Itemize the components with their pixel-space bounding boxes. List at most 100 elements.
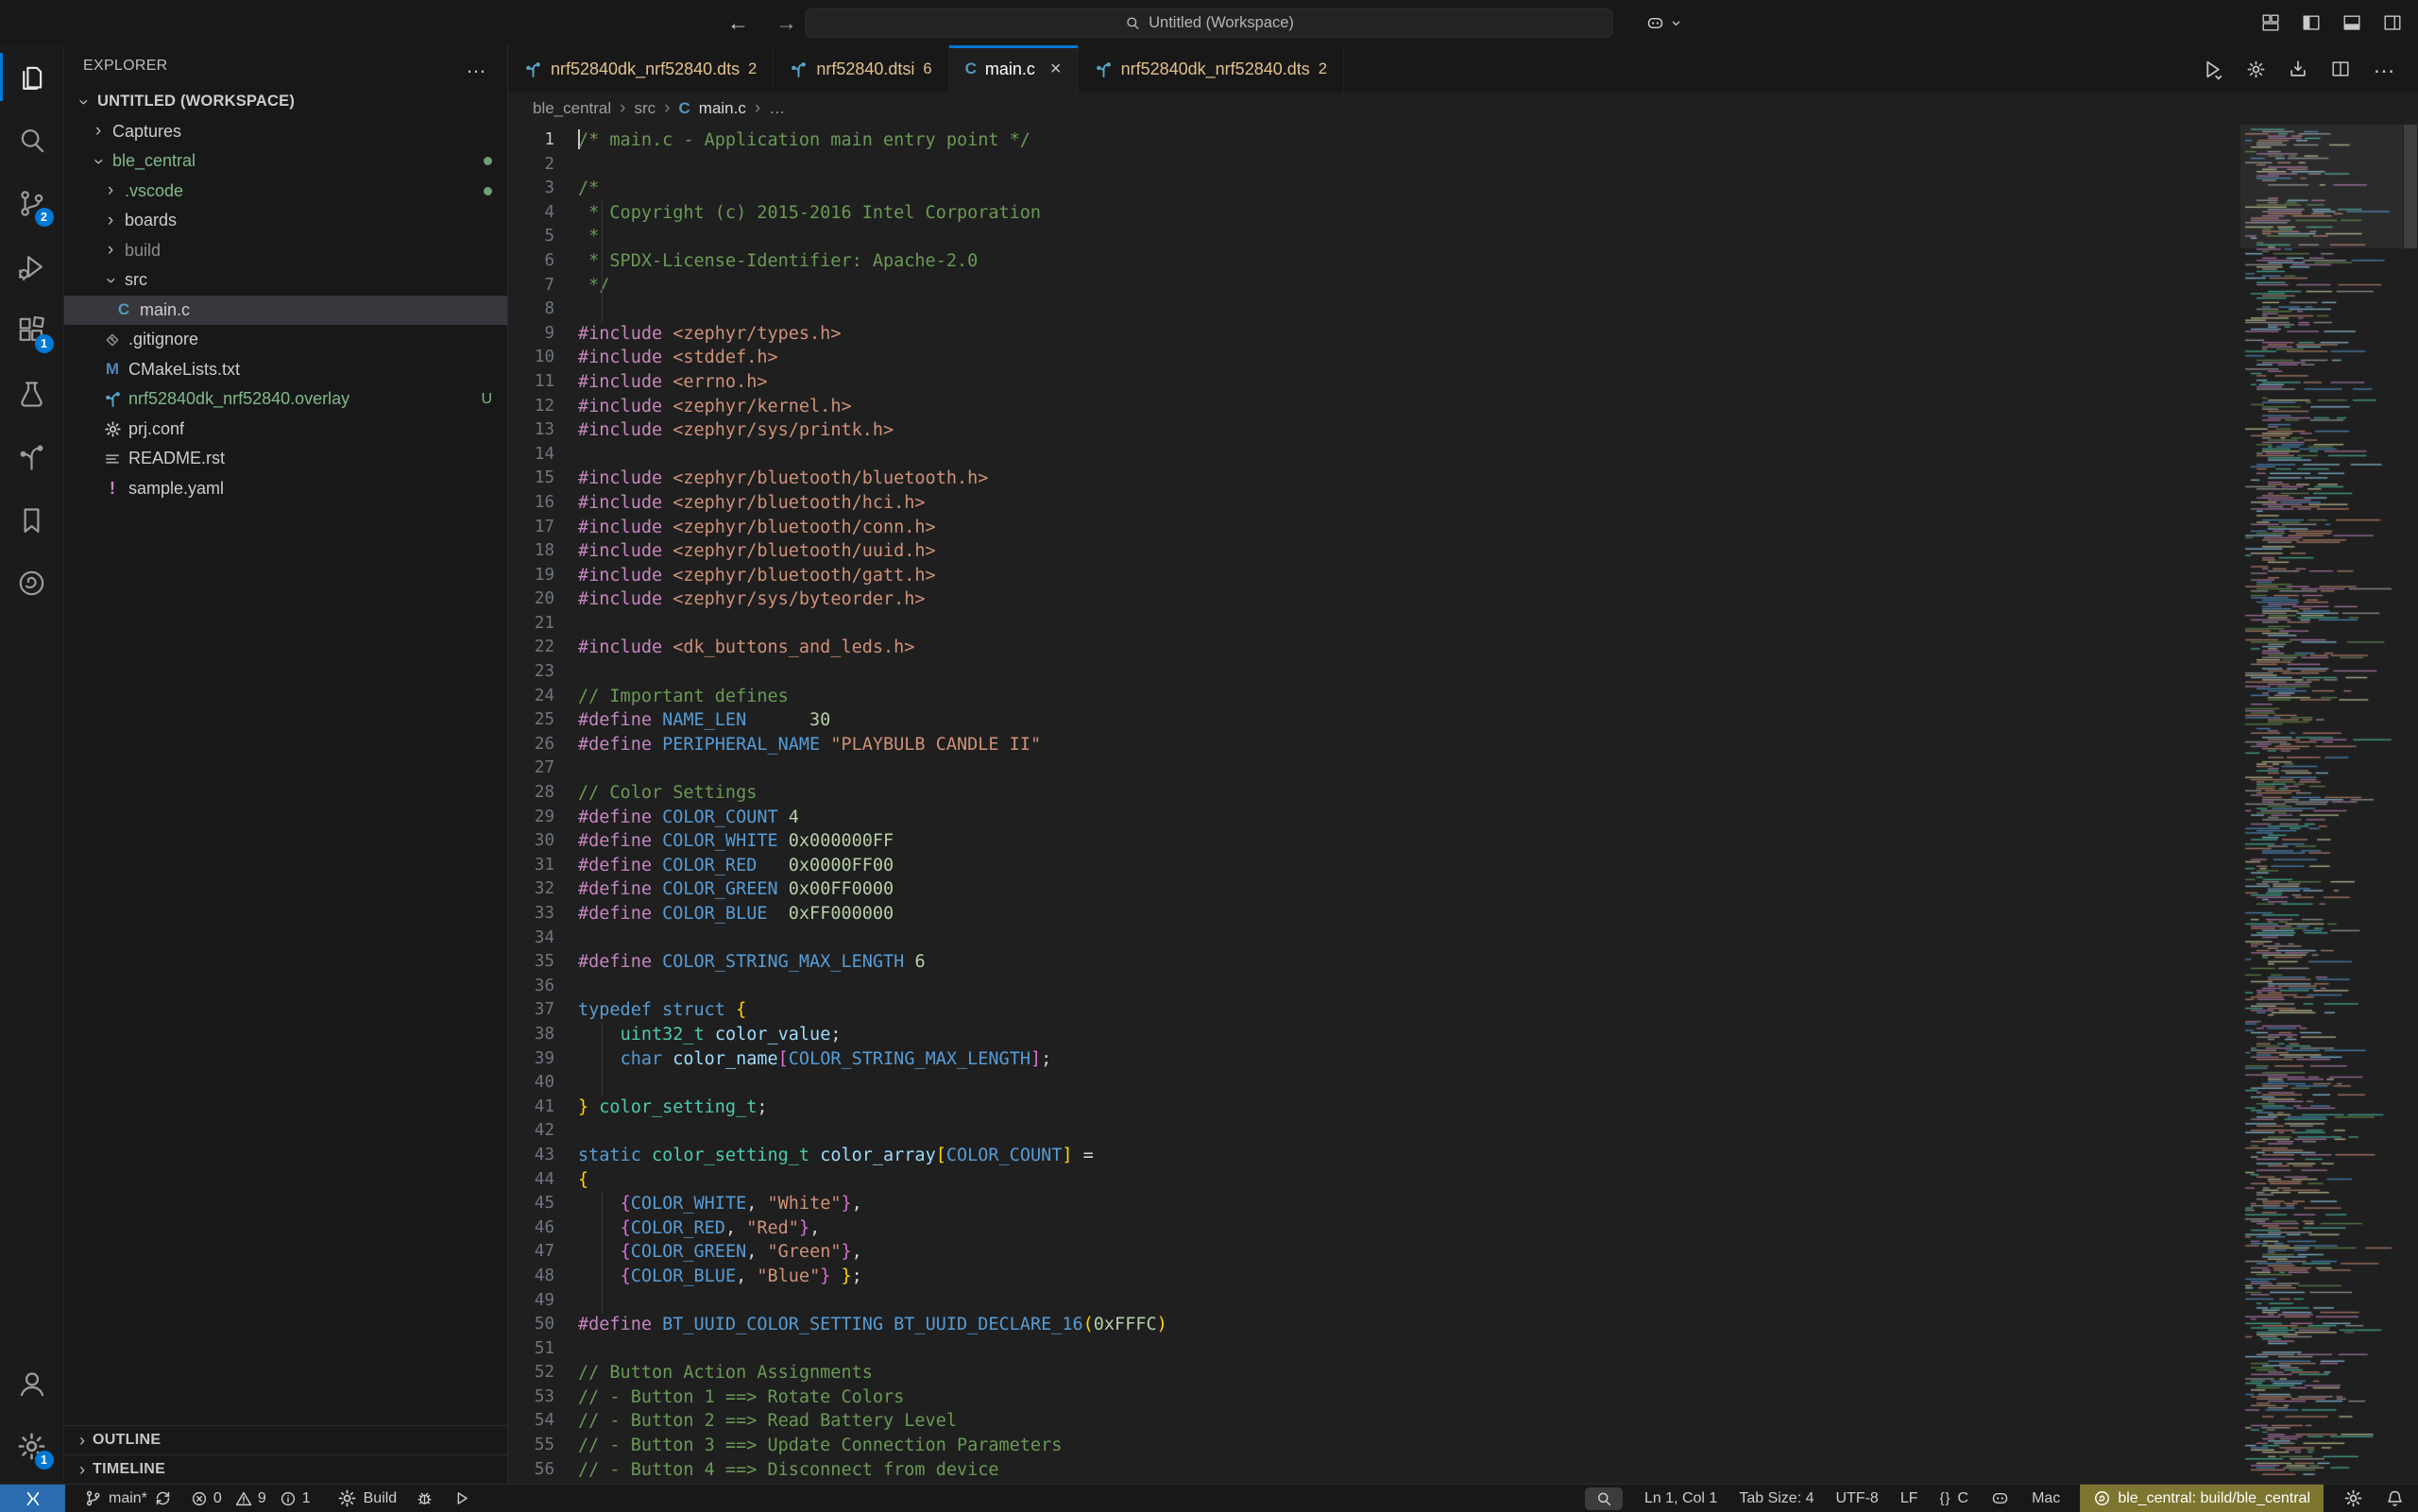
activity-explorer[interactable]: [0, 45, 64, 109]
status-nrf-build-config[interactable]: ble_central: build/ble_central: [2080, 1485, 2324, 1512]
activity-nrf-devicetree[interactable]: [0, 425, 64, 488]
code-line-45[interactable]: 45 {COLOR_WHITE, "White"},: [508, 1192, 2240, 1216]
code-line-22[interactable]: 22#include <dk_buttons_and_leds.h>: [508, 636, 2240, 660]
activity-accounts[interactable]: [0, 1351, 64, 1415]
code-line-35[interactable]: 35#define COLOR_STRING_MAX_LENGTH 6: [508, 950, 2240, 975]
tree-item-main.c[interactable]: Cmain.c: [64, 296, 507, 326]
status-eol[interactable]: LF: [1899, 1485, 1920, 1512]
code-line-40[interactable]: 40: [508, 1071, 2240, 1096]
code-line-20[interactable]: 20#include <zephyr/sys/byteorder.h>: [508, 587, 2240, 612]
code-line-13[interactable]: 13#include <zephyr/sys/printk.h>: [508, 418, 2240, 443]
breadcrumb-item[interactable]: src: [635, 99, 656, 118]
run-or-debug-icon[interactable]: [2201, 58, 2224, 81]
activity-testing[interactable]: [0, 362, 64, 425]
tree-item-captures[interactable]: ›Captures: [64, 117, 507, 147]
code-line-34[interactable]: 34: [508, 926, 2240, 951]
activity-run-and-debug[interactable]: [0, 235, 64, 298]
code-line-15[interactable]: 15#include <zephyr/bluetooth/bluetooth.h…: [508, 467, 2240, 491]
code-line-54[interactable]: 54// - Button 2 ==> Read Battery Level: [508, 1409, 2240, 1434]
code-line-17[interactable]: 17#include <zephyr/bluetooth/conn.h>: [508, 516, 2240, 540]
status-nrf-quick-settings[interactable]: [2341, 1485, 2365, 1512]
code-line-47[interactable]: 47 {COLOR_GREEN, "Green"},: [508, 1240, 2240, 1265]
tree-item-src[interactable]: ›src: [64, 265, 507, 296]
code-line-11[interactable]: 11#include <errno.h>: [508, 370, 2240, 395]
tree-item-build[interactable]: ›build: [64, 236, 507, 266]
activity-settings[interactable]: 1: [0, 1415, 64, 1478]
code-line-31[interactable]: 31#define COLOR_RED 0x0000FF00: [508, 854, 2240, 878]
code-line-38[interactable]: 38 uint32_t color_value;: [508, 1023, 2240, 1047]
status-encoding[interactable]: UTF-8: [1833, 1485, 1880, 1512]
tree-item-cmakelists.txt[interactable]: MCMakeLists.txt: [64, 355, 507, 385]
status-notifications[interactable]: [2383, 1485, 2407, 1512]
code-line-46[interactable]: 46 {COLOR_RED, "Red"},: [508, 1216, 2240, 1241]
code-line-48[interactable]: 48 {COLOR_BLUE, "Blue"} };: [508, 1265, 2240, 1289]
toggle-sidebar-icon[interactable]: [2301, 12, 2322, 33]
code-line-30[interactable]: 30#define COLOR_WHITE 0x000000FF: [508, 829, 2240, 854]
tab-main.c[interactable]: Cmain.c×: [949, 45, 1079, 93]
code-line-39[interactable]: 39 char color_name[COLOR_STRING_MAX_LENG…: [508, 1047, 2240, 1072]
minimap-slider[interactable]: [2240, 125, 2403, 248]
tree-item-untitled-workspace-[interactable]: ›UNTITLED (WORKSPACE): [64, 87, 507, 117]
activity-bookmarks[interactable]: [0, 488, 64, 552]
activity-nrf-kconfig[interactable]: [0, 552, 64, 615]
status-copilot-status[interactable]: [1988, 1485, 2012, 1512]
more-actions-icon[interactable]: …: [2373, 60, 2397, 77]
tab-nrf52840dk-nrf52840.dts[interactable]: nrf52840dk_nrf52840.dts2: [1079, 45, 1344, 93]
vertical-scrollbar[interactable]: [2403, 125, 2418, 1484]
workspace-search-input[interactable]: Untitled (Workspace): [806, 8, 1613, 38]
toggle-panel-icon[interactable]: [2341, 12, 2362, 33]
tree-item-readme.rst[interactable]: README.rst: [64, 444, 507, 474]
customize-layout-icon[interactable]: [2260, 12, 2281, 33]
section-outline[interactable]: ›OUTLINE: [64, 1425, 507, 1454]
code-line-49[interactable]: 49: [508, 1289, 2240, 1314]
code-line-26[interactable]: 26#define PERIPHERAL_NAME "PLAYBULB CAND…: [508, 733, 2240, 757]
status-indentation[interactable]: Tab Size: 4: [1737, 1485, 1815, 1512]
code-line-41[interactable]: 41} color_setting_t;: [508, 1096, 2240, 1120]
code-line-16[interactable]: 16#include <zephyr/bluetooth/hci.h>: [508, 491, 2240, 516]
status-git-branch[interactable]: main*: [82, 1485, 174, 1512]
status-language-mode[interactable]: {}C: [1937, 1485, 1970, 1512]
code-line-28[interactable]: 28// Color Settings: [508, 781, 2240, 806]
status-mac-item[interactable]: Mac: [2030, 1485, 2062, 1512]
code-line-53[interactable]: 53// - Button 1 ==> Rotate Colors: [508, 1385, 2240, 1410]
code-line-25[interactable]: 25#define NAME_LEN 30: [508, 708, 2240, 733]
tree-item-prj.conf[interactable]: prj.conf: [64, 415, 507, 445]
code-line-12[interactable]: 12#include <zephyr/kernel.h>: [508, 395, 2240, 419]
tree-item-.vscode[interactable]: ›.vscode: [64, 177, 507, 207]
code-line-10[interactable]: 10#include <stddef.h>: [508, 346, 2240, 370]
code-line-37[interactable]: 37typedef struct {: [508, 998, 2240, 1023]
status-debug-button[interactable]: [414, 1485, 435, 1512]
tree-item-boards[interactable]: ›boards: [64, 206, 507, 236]
code-line-27[interactable]: 27: [508, 756, 2240, 781]
code-line-29[interactable]: 29#define COLOR_COUNT 4: [508, 806, 2240, 830]
breadcrumb-item[interactable]: ble_central: [533, 99, 611, 118]
status-build-task[interactable]: Build: [335, 1485, 400, 1512]
minimap[interactable]: [2240, 125, 2403, 1484]
code-line-3[interactable]: 3/*: [508, 177, 2240, 201]
activity-source-control[interactable]: 2: [0, 172, 64, 235]
status-problems[interactable]: 091: [189, 1485, 320, 1512]
code-line-50[interactable]: 50#define BT_UUID_COLOR_SETTING BT_UUID_…: [508, 1313, 2240, 1337]
code-line-23[interactable]: 23: [508, 660, 2240, 685]
scrollbar-thumb[interactable]: [2404, 125, 2417, 248]
code-line-55[interactable]: 55// - Button 3 ==> Update Connection Pa…: [508, 1434, 2240, 1458]
code-line-14[interactable]: 14: [508, 443, 2240, 467]
breadcrumb-item[interactable]: …: [769, 99, 785, 118]
code-line-2[interactable]: 2: [508, 153, 2240, 178]
tree-item-ble-central[interactable]: ›ble_central: [64, 146, 507, 177]
code-line-42[interactable]: 42: [508, 1119, 2240, 1144]
code-line-24[interactable]: 24// Important defines: [508, 685, 2240, 709]
code-line-36[interactable]: 36: [508, 975, 2240, 999]
toggle-secondary-sidebar-icon[interactable]: [2382, 12, 2403, 33]
activity-extensions[interactable]: 1: [0, 298, 64, 362]
code-line-8[interactable]: 8: [508, 297, 2240, 322]
tree-item-sample.yaml[interactable]: !sample.yaml: [64, 474, 507, 504]
code-line-32[interactable]: 32#define COLOR_GREEN 0x00FF0000: [508, 877, 2240, 902]
code-line-19[interactable]: 19#include <zephyr/bluetooth/gatt.h>: [508, 564, 2240, 588]
breadcrumb-item[interactable]: Cmain.c: [679, 99, 746, 118]
section-timeline[interactable]: ›TIMELINE: [64, 1454, 507, 1484]
code-line-5[interactable]: 5 *: [508, 225, 2240, 249]
code-line-4[interactable]: 4 * Copyright (c) 2015-2016 Intel Corpor…: [508, 201, 2240, 226]
tree-item-nrf52840dk-nrf52840.overlay[interactable]: nrf52840dk_nrf52840.overlayU: [64, 384, 507, 415]
status-zoom-indicator[interactable]: [1583, 1485, 1625, 1512]
